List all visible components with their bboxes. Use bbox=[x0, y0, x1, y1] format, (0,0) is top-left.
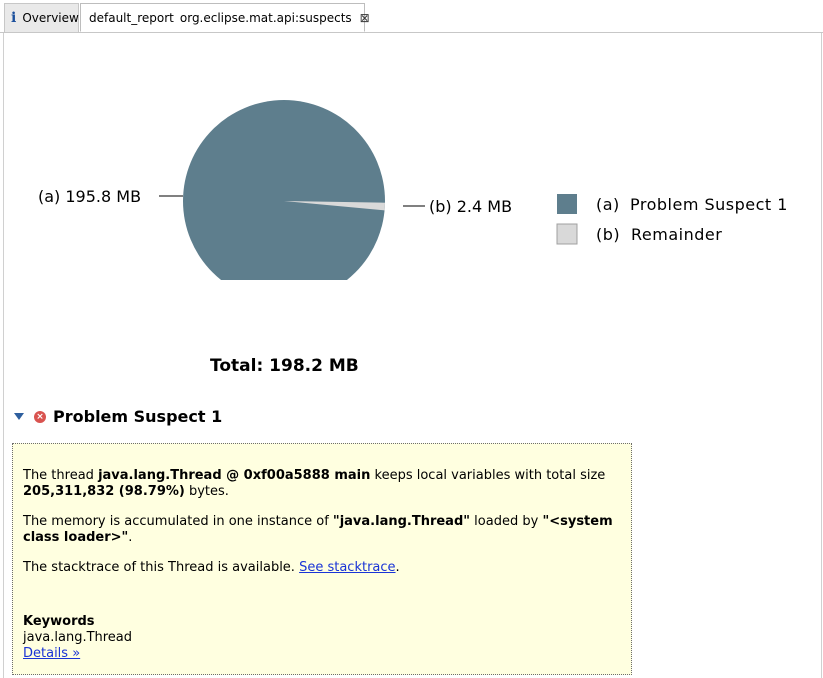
tab-report-id: org.eclipse.mat.api:suspects bbox=[179, 10, 352, 25]
stacktrace-text: The stacktrace of this Thread is availab… bbox=[23, 560, 300, 575]
total-value: 198.2 MB bbox=[269, 356, 359, 376]
suspect-details-panel: The thread java.lang.Thread @ 0xf00a5888… bbox=[12, 443, 632, 675]
pie-slice-a bbox=[183, 100, 385, 280]
legend-key-a: (a) bbox=[596, 195, 620, 214]
details-link[interactable]: Details » bbox=[23, 646, 621, 662]
accum-text-3: . bbox=[128, 530, 133, 545]
tab-report-name: default_report bbox=[89, 10, 174, 25]
thread-desc-text-2: keeps local variables with total size bbox=[370, 468, 606, 483]
thread-desc-text-3: bytes. bbox=[184, 484, 229, 499]
legend-label-b: Remainder bbox=[631, 225, 722, 244]
collapse-toggle-icon[interactable] bbox=[14, 413, 24, 420]
keyword-item: java.lang.Thread bbox=[23, 630, 133, 645]
accum-text-2: loaded by bbox=[470, 514, 543, 529]
tab-overview[interactable]: i Overview bbox=[4, 3, 79, 32]
tab-suspects-report[interactable]: default_report org.eclipse.mat.api:suspe… bbox=[80, 3, 370, 32]
editor-tab-bar: i Overview default_report org.eclipse.ma… bbox=[0, 0, 823, 33]
legend-key-b: (b) bbox=[596, 225, 620, 244]
legend-swatch-b bbox=[556, 223, 578, 245]
suspects-pie-chart: (a) 195.8 MB (b) 2.4 MB (a) Problem Susp… bbox=[38, 100, 788, 280]
close-icon[interactable]: ⊠ bbox=[360, 11, 370, 25]
accum-text: The memory is accumulated in one instanc… bbox=[23, 514, 333, 529]
thread-name: java.lang.Thread @ 0xf00a5888 main bbox=[98, 468, 371, 483]
legend-swatch-a bbox=[557, 194, 577, 214]
total-label: Total: bbox=[210, 356, 264, 376]
error-icon: × bbox=[34, 410, 46, 423]
stacktrace-text-2: . bbox=[395, 560, 400, 575]
retained-size: 205,311,832 (98.79%) bbox=[23, 484, 185, 499]
info-icon: i bbox=[11, 10, 17, 26]
stacktrace-description: The stacktrace of this Thread is availab… bbox=[23, 560, 621, 576]
slice-b-label: (b) 2.4 MB bbox=[429, 197, 512, 216]
accum-class: "java.lang.Thread" bbox=[332, 514, 471, 529]
problem-suspect-title: Problem Suspect 1 bbox=[53, 407, 223, 426]
thread-description: The thread java.lang.Thread @ 0xf00a5888… bbox=[23, 468, 621, 500]
slice-a-label: (a) 195.8 MB bbox=[38, 187, 141, 206]
thread-desc-text: The thread bbox=[23, 468, 99, 483]
memory-accumulation-description: The memory is accumulated in one instanc… bbox=[23, 514, 621, 546]
keywords-heading: Keywords bbox=[23, 614, 95, 629]
legend-label-a: Problem Suspect 1 bbox=[630, 195, 788, 214]
see-stacktrace-link[interactable]: See stacktrace bbox=[299, 560, 395, 575]
tab-overview-label: Overview bbox=[22, 11, 79, 25]
chart-total: Total: 198.2 MB bbox=[210, 356, 359, 376]
problem-suspect-header[interactable]: × Problem Suspect 1 bbox=[14, 407, 222, 426]
